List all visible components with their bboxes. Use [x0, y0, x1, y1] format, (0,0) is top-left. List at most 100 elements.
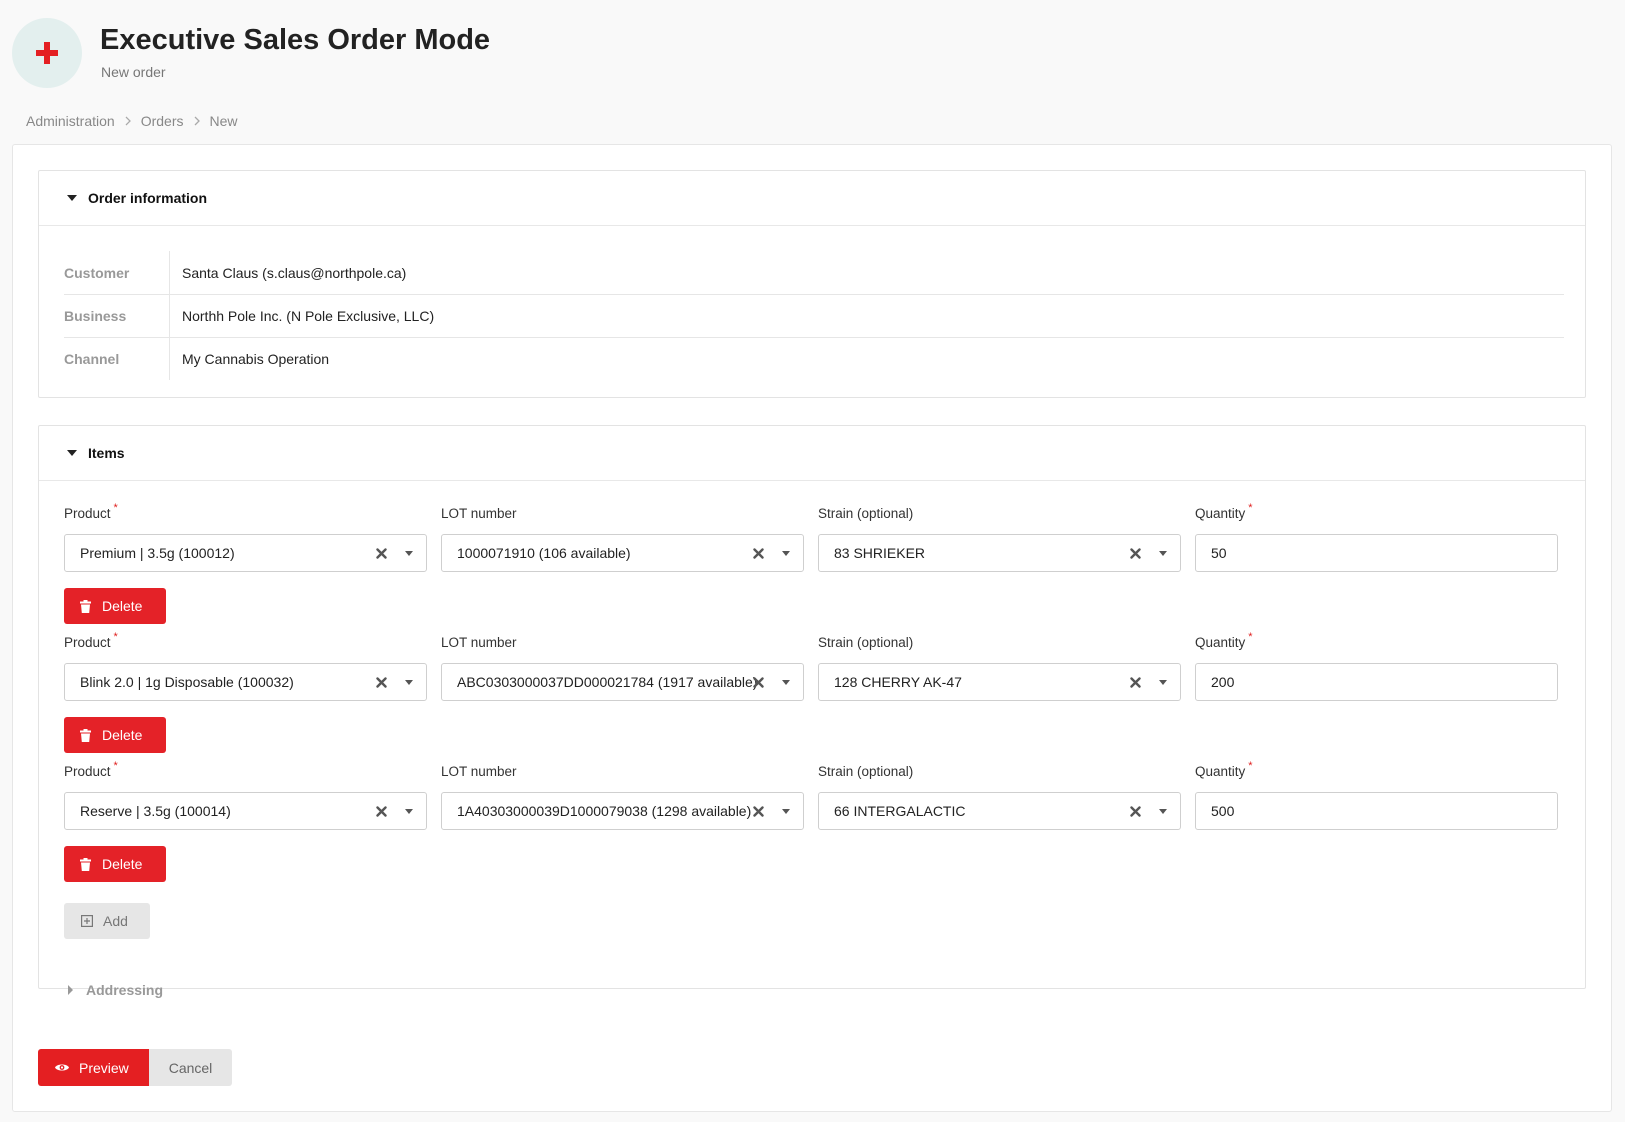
clear-icon[interactable] — [1128, 675, 1142, 689]
lot-field: LOT number 1A40303000039D1000079038 (129… — [441, 764, 804, 830]
breadcrumb-administration[interactable]: Administration — [26, 113, 115, 129]
product-value: Reserve | 3.5g (100014) — [80, 803, 231, 819]
caret-down-icon — [67, 195, 77, 201]
dropdown-arrow-icon[interactable] — [1159, 809, 1167, 814]
clear-icon[interactable] — [374, 804, 388, 818]
panel-title: Items — [88, 445, 125, 461]
product-select[interactable]: Reserve | 3.5g (100014) — [64, 792, 427, 830]
dropdown-arrow-icon[interactable] — [782, 551, 790, 556]
product-value: Blink 2.0 | 1g Disposable (100032) — [80, 674, 294, 690]
lot-label: LOT number — [441, 764, 517, 779]
required-mark: * — [1248, 760, 1253, 772]
strain-field: Strain (optional) 66 INTERGALACTIC — [818, 764, 1181, 830]
clear-icon[interactable] — [1128, 804, 1142, 818]
clear-icon[interactable] — [751, 546, 765, 560]
caret-right-icon — [68, 985, 73, 995]
add-label: Add — [103, 913, 128, 929]
delete-label: Delete — [102, 727, 143, 743]
dropdown-arrow-icon[interactable] — [1159, 551, 1167, 556]
order-information-panel: Order information Customer Santa Claus (… — [38, 170, 1586, 398]
required-mark: * — [1248, 502, 1253, 514]
quantity-label: Quantity — [1195, 635, 1246, 650]
addressing-label: Addressing — [86, 982, 164, 998]
strain-select[interactable]: 128 CHERRY AK-47 — [818, 663, 1181, 701]
product-field: Product * Blink 2.0 | 1g Disposable (1000… — [64, 631, 427, 701]
required-mark: * — [1248, 631, 1253, 643]
delete-button[interactable]: Delete — [64, 717, 166, 753]
info-value: Northh Pole Inc. (N Pole Exclusive, LLC) — [182, 308, 435, 324]
quantity-field: Quantity * 50 — [1195, 502, 1558, 572]
delete-label: Delete — [102, 856, 143, 872]
lot-select[interactable]: ABC0303000037DD000021784 (1917 available… — [441, 663, 804, 701]
chevron-right-icon — [193, 116, 201, 126]
clear-icon[interactable] — [374, 546, 388, 560]
dropdown-arrow-icon[interactable] — [405, 680, 413, 685]
add-item-button[interactable]: Add — [64, 903, 150, 939]
order-info-table: Customer Santa Claus (s.claus@northpole.… — [64, 251, 1564, 380]
caret-down-icon — [67, 450, 77, 456]
lot-value: 1A40303000039D1000079038 (1298 available… — [457, 803, 752, 819]
product-label: Product — [64, 506, 111, 521]
dropdown-arrow-icon[interactable] — [782, 809, 790, 814]
product-select[interactable]: Premium | 3.5g (100012) — [64, 534, 427, 572]
strain-select[interactable]: 66 INTERGALACTIC — [818, 792, 1181, 830]
lot-select[interactable]: 1A40303000039D1000079038 (1298 available… — [441, 792, 804, 830]
breadcrumb-new: New — [209, 113, 238, 129]
clear-icon[interactable] — [751, 804, 765, 818]
info-value: Santa Claus (s.claus@northpole.ca) — [182, 264, 407, 281]
lot-label: LOT number — [441, 635, 517, 650]
breadcrumb: Administration Orders New — [26, 113, 238, 129]
product-select[interactable]: Blink 2.0 | 1g Disposable (100032) — [64, 663, 427, 701]
delete-label: Delete — [102, 598, 143, 614]
clear-icon[interactable] — [374, 675, 388, 689]
delete-button[interactable]: Delete — [64, 846, 166, 882]
delete-button[interactable]: Delete — [64, 588, 166, 624]
product-field: Product * Premium | 3.5g (100012) — [64, 502, 427, 572]
strain-label: Strain (optional) — [818, 506, 914, 521]
page-subtitle: New order — [101, 64, 166, 80]
dropdown-arrow-icon[interactable] — [405, 809, 413, 814]
strain-value: 83 SHRIEKER — [834, 545, 926, 561]
info-label: Channel — [64, 338, 170, 380]
product-field: Product * Reserve | 3.5g (100014) — [64, 760, 427, 830]
dropdown-arrow-icon[interactable] — [405, 551, 413, 556]
lot-value: ABC0303000037DD000021784 (1917 available… — [457, 674, 757, 690]
required-mark: * — [113, 631, 118, 643]
strain-field: Strain (optional) 83 SHRIEKER — [818, 506, 1181, 572]
info-label: Business — [64, 295, 170, 337]
lot-label: LOT number — [441, 506, 517, 521]
items-panel: Items Product * Premium | 3.5g (100012) L… — [38, 425, 1586, 989]
product-value: Premium | 3.5g (100012) — [80, 545, 235, 561]
strain-field: Strain (optional) 128 CHERRY AK-47 — [818, 635, 1181, 701]
preview-label: Preview — [79, 1059, 129, 1076]
trash-icon — [80, 599, 91, 613]
breadcrumb-orders[interactable]: Orders — [141, 113, 184, 129]
quantity-label: Quantity — [1195, 764, 1246, 779]
quantity-input[interactable]: 200 — [1195, 663, 1558, 701]
quantity-input[interactable]: 50 — [1195, 534, 1558, 572]
quantity-field: Quantity * 200 — [1195, 631, 1558, 701]
lot-value: 1000071910 (106 available) — [457, 545, 631, 561]
strain-value: 128 CHERRY AK-47 — [834, 674, 962, 690]
clear-icon[interactable] — [1128, 546, 1142, 560]
order-information-header[interactable]: Order information — [39, 171, 1585, 226]
lot-select[interactable]: 1000071910 (106 available) — [441, 534, 804, 572]
quantity-field: Quantity * 500 — [1195, 760, 1558, 830]
product-label: Product — [64, 764, 111, 779]
info-label: Customer — [64, 251, 170, 294]
info-row-business: Business Northh Pole Inc. (N Pole Exclus… — [64, 294, 1564, 337]
plus-icon — [12, 18, 82, 88]
strain-label: Strain (optional) — [818, 635, 914, 650]
quantity-input[interactable]: 500 — [1195, 792, 1558, 830]
strain-select[interactable]: 83 SHRIEKER — [818, 534, 1181, 572]
clear-icon[interactable] — [751, 675, 765, 689]
preview-button[interactable]: Preview — [38, 1049, 149, 1086]
dropdown-arrow-icon[interactable] — [782, 680, 790, 685]
cancel-button[interactable]: Cancel — [149, 1049, 232, 1086]
items-header[interactable]: Items — [39, 426, 1585, 481]
addressing-toggle[interactable]: Addressing — [68, 982, 163, 998]
dropdown-arrow-icon[interactable] — [1159, 680, 1167, 685]
strain-label: Strain (optional) — [818, 764, 914, 779]
trash-icon — [80, 857, 91, 871]
quantity-label: Quantity — [1195, 506, 1246, 521]
